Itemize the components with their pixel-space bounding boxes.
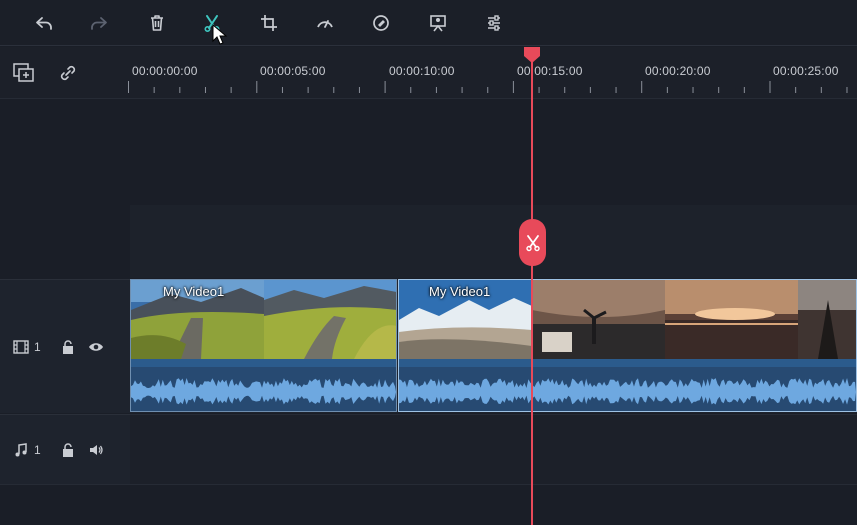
- video-clip-selected[interactable]: My Video1: [398, 279, 857, 412]
- link-button[interactable]: [56, 62, 80, 84]
- time-label: 00:00:15:00: [517, 64, 583, 78]
- audio-waveform: [399, 378, 856, 405]
- color-button[interactable]: [367, 9, 395, 37]
- playhead-line[interactable]: [531, 58, 533, 525]
- speed-button[interactable]: [311, 9, 339, 37]
- clip-label: My Video1: [163, 284, 225, 299]
- green-screen-button[interactable]: [424, 9, 452, 37]
- video-clip[interactable]: My Video1: [130, 279, 397, 412]
- link-icon: [60, 65, 76, 81]
- green-screen-icon: [430, 15, 446, 32]
- timeline-footer: [0, 484, 857, 525]
- video-track[interactable]: My Video1 My Video1: [130, 279, 857, 413]
- add-track-icon: [13, 63, 34, 82]
- add-track-button[interactable]: [12, 62, 36, 84]
- clip-label: My Video1: [429, 284, 491, 299]
- speed-icon: [317, 20, 333, 28]
- time-label: 00:00:10:00: [389, 64, 455, 78]
- clip-divider: [131, 359, 396, 367]
- undo-icon: [36, 17, 52, 30]
- speaker-icon[interactable]: [87, 442, 105, 458]
- thumbnail: [532, 280, 665, 359]
- waveform-shape: [131, 378, 396, 405]
- empty-track[interactable]: [130, 205, 857, 278]
- split-at-playhead-button[interactable]: [519, 219, 546, 266]
- video-track-number: 1: [34, 339, 41, 354]
- audio-track[interactable]: [130, 414, 857, 484]
- redo-icon: [91, 17, 107, 30]
- time-label: 00:00:25:00: [773, 64, 839, 78]
- mouse-cursor-icon: [212, 24, 228, 45]
- waveform-shape: [399, 378, 856, 405]
- scissors-icon: [525, 234, 540, 251]
- crop-icon: [261, 15, 277, 31]
- playhead-handle[interactable]: [523, 46, 541, 64]
- time-label: 00:00:05:00: [260, 64, 326, 78]
- thumbnail: [798, 280, 856, 359]
- adjust-icon: [488, 15, 500, 31]
- delete-button[interactable]: [143, 9, 171, 37]
- eye-icon[interactable]: [87, 339, 105, 355]
- empty-track-header: [0, 205, 130, 278]
- time-label: 00:00:20:00: [645, 64, 711, 78]
- music-note-icon: [12, 442, 30, 458]
- ruler-tools: [0, 47, 130, 99]
- color-icon: [373, 15, 389, 31]
- film-icon: [12, 339, 30, 355]
- timeline-ruler[interactable]: 00:00:00:00 00:00:05:00 00:00:10:00 00:0…: [0, 47, 857, 99]
- thumbnail: [665, 280, 798, 359]
- audio-waveform: [131, 378, 396, 405]
- delete-icon: [151, 15, 163, 31]
- lock-icon[interactable]: [59, 339, 77, 355]
- audio-track-number: 1: [34, 442, 41, 457]
- crop-button[interactable]: [255, 9, 283, 37]
- redo-button[interactable]: [85, 9, 113, 37]
- audio-track-header: 1: [0, 414, 130, 484]
- time-label: 00:00:00:00: [132, 64, 198, 78]
- undo-button[interactable]: [30, 9, 58, 37]
- clip-divider: [399, 359, 856, 367]
- empty-track-area: [0, 100, 857, 205]
- lock-icon[interactable]: [59, 442, 77, 458]
- video-track-header: 1: [0, 279, 130, 413]
- toolbar: [0, 0, 857, 46]
- adjust-button[interactable]: [480, 9, 508, 37]
- thumbnail: [264, 280, 396, 359]
- ruler-ticks: [128, 81, 848, 93]
